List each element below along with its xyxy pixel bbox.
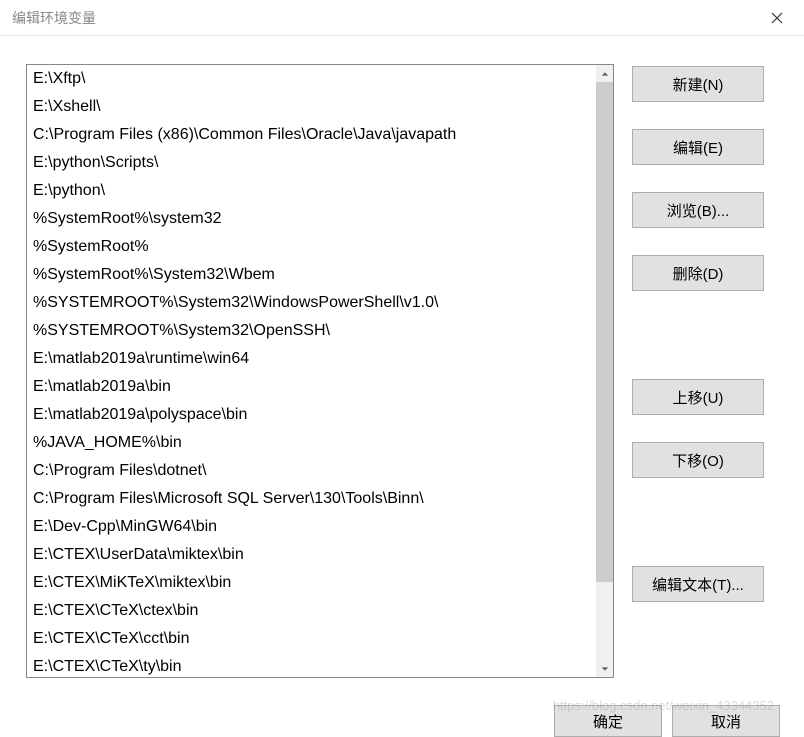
delete-button[interactable]: 删除(D) bbox=[632, 255, 764, 291]
scrollbar[interactable] bbox=[596, 65, 613, 677]
close-button[interactable] bbox=[764, 5, 790, 31]
list-item[interactable]: %SYSTEMROOT%\System32\WindowsPowerShell\… bbox=[27, 289, 596, 317]
scroll-up-button[interactable] bbox=[596, 65, 613, 82]
button-column: 新建(N) 编辑(E) 浏览(B)... 删除(D) 上移(U) 下移(O) 编… bbox=[632, 64, 782, 687]
chevron-down-icon bbox=[601, 665, 609, 673]
ok-button[interactable]: 确定 bbox=[554, 705, 662, 737]
list-item[interactable]: E:\python\Scripts\ bbox=[27, 149, 596, 177]
list-item[interactable]: E:\CTEX\MiKTeX\miktex\bin bbox=[27, 569, 596, 597]
list-item[interactable]: C:\Program Files\dotnet\ bbox=[27, 457, 596, 485]
list-item[interactable]: E:\CTEX\CTeX\cct\bin bbox=[27, 625, 596, 653]
chevron-up-icon bbox=[601, 70, 609, 78]
list-item[interactable]: %SYSTEMROOT%\System32\OpenSSH\ bbox=[27, 317, 596, 345]
browse-button[interactable]: 浏览(B)... bbox=[632, 192, 764, 228]
edit-env-var-dialog: 编辑环境变量 E:\Xftp\E:\Xshell\C:\Program File… bbox=[0, 0, 804, 737]
move-down-button[interactable]: 下移(O) bbox=[632, 442, 764, 478]
path-listbox[interactable]: E:\Xftp\E:\Xshell\C:\Program Files (x86)… bbox=[26, 64, 614, 678]
dialog-title: 编辑环境变量 bbox=[12, 8, 96, 28]
list-item[interactable]: E:\python\ bbox=[27, 177, 596, 205]
list-item[interactable]: E:\CTEX\CTeX\ctex\bin bbox=[27, 597, 596, 625]
move-up-button[interactable]: 上移(U) bbox=[632, 379, 764, 415]
list-item[interactable]: %SystemRoot%\system32 bbox=[27, 205, 596, 233]
list-item[interactable]: E:\Xftp\ bbox=[27, 65, 596, 93]
list-item[interactable]: %SystemRoot% bbox=[27, 233, 596, 261]
list-item[interactable]: E:\CTEX\UserData\miktex\bin bbox=[27, 541, 596, 569]
list-item[interactable]: E:\Xshell\ bbox=[27, 93, 596, 121]
list-viewport: E:\Xftp\E:\Xshell\C:\Program Files (x86)… bbox=[27, 65, 596, 677]
list-item[interactable]: C:\Program Files\Microsoft SQL Server\13… bbox=[27, 485, 596, 513]
list-item[interactable]: E:\CTEX\CTeX\ty\bin bbox=[27, 653, 596, 677]
new-button[interactable]: 新建(N) bbox=[632, 66, 764, 102]
dialog-content: E:\Xftp\E:\Xshell\C:\Program Files (x86)… bbox=[0, 36, 804, 697]
scrollbar-thumb[interactable] bbox=[596, 82, 613, 582]
scroll-down-button[interactable] bbox=[596, 660, 613, 677]
list-item[interactable]: E:\matlab2019a\runtime\win64 bbox=[27, 345, 596, 373]
cancel-button[interactable]: 取消 bbox=[672, 705, 780, 737]
edit-button[interactable]: 编辑(E) bbox=[632, 129, 764, 165]
titlebar: 编辑环境变量 bbox=[0, 0, 804, 36]
close-icon bbox=[771, 12, 783, 24]
dialog-footer: 确定 取消 bbox=[0, 697, 804, 737]
edit-text-button[interactable]: 编辑文本(T)... bbox=[632, 566, 764, 602]
list-item[interactable]: E:\matlab2019a\bin bbox=[27, 373, 596, 401]
list-item[interactable]: C:\Program Files (x86)\Common Files\Orac… bbox=[27, 121, 596, 149]
list-item[interactable]: %SystemRoot%\System32\Wbem bbox=[27, 261, 596, 289]
list-item[interactable]: E:\matlab2019a\polyspace\bin bbox=[27, 401, 596, 429]
list-item[interactable]: E:\Dev-Cpp\MinGW64\bin bbox=[27, 513, 596, 541]
list-item[interactable]: %JAVA_HOME%\bin bbox=[27, 429, 596, 457]
